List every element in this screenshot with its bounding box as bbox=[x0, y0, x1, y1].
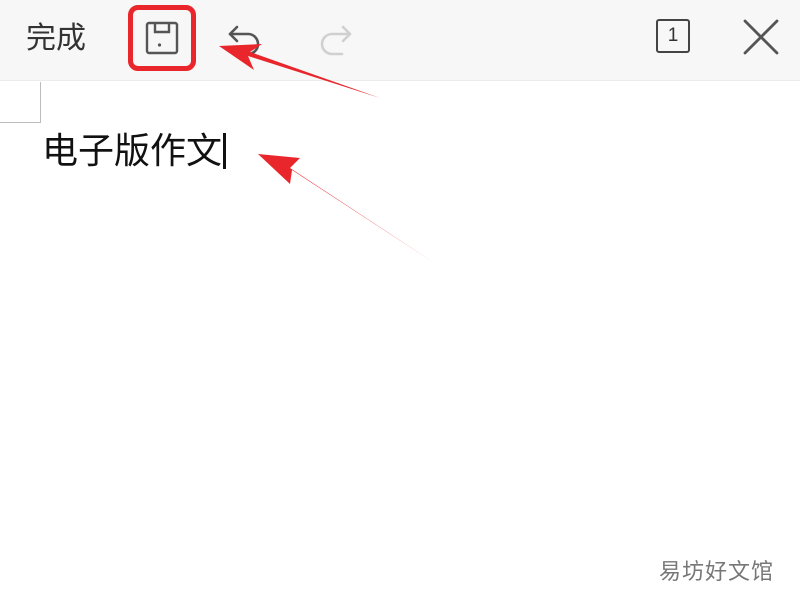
arrow-to-text-cursor bbox=[258, 154, 436, 264]
page-margin-marker bbox=[0, 82, 41, 123]
done-button[interactable]: 完成 bbox=[26, 17, 86, 61]
close-button[interactable] bbox=[739, 15, 783, 59]
redo-icon bbox=[320, 25, 352, 56]
annotation-arrows bbox=[219, 44, 436, 264]
floppy-disk-icon bbox=[145, 21, 179, 55]
document-body[interactable]: 电子版作文 bbox=[42, 128, 227, 176]
undo-icon bbox=[228, 25, 260, 56]
redo-button[interactable] bbox=[312, 17, 356, 61]
page-count-indicator[interactable]: 1 bbox=[656, 19, 690, 53]
close-icon bbox=[743, 19, 779, 55]
undo-button[interactable] bbox=[224, 17, 268, 61]
document-text: 电子版作文 bbox=[42, 131, 223, 172]
watermark: 易坊好文馆 bbox=[658, 560, 774, 585]
text-cursor bbox=[223, 133, 227, 169]
save-button[interactable] bbox=[128, 5, 196, 71]
editor-toolbar: 完成 1 bbox=[0, 0, 800, 81]
editor-screen: 完成 1 电子版作文 易坊好文馆 bbox=[0, 0, 800, 600]
